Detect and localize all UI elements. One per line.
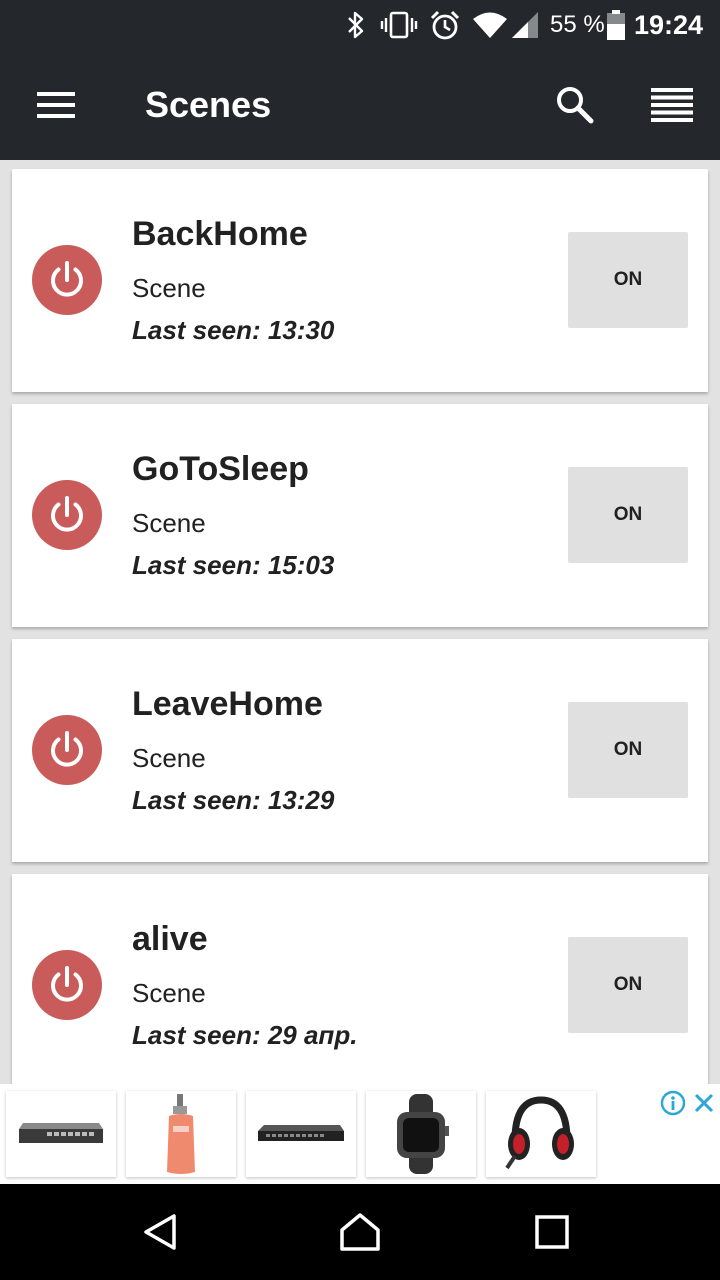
scene-last-seen: Last seen: 29 апр. [132, 1020, 358, 1050]
scene-type: Scene [132, 508, 206, 538]
scene-type: Scene [132, 978, 206, 1008]
scene-name: BackHome [132, 215, 308, 253]
recents-icon[interactable] [522, 1202, 582, 1262]
power-icon [32, 950, 102, 1020]
scene-card[interactable]: LeaveHome Scene Last seen: 13:29 ON [12, 639, 708, 862]
ad-product-network-switch-rack[interactable] [246, 1091, 356, 1177]
power-icon [32, 480, 102, 550]
ad-banner[interactable] [0, 1084, 720, 1184]
bluetooth-icon [344, 0, 368, 50]
ad-close-icon[interactable] [692, 1091, 716, 1120]
signal-icon [510, 0, 540, 50]
power-icon [32, 245, 102, 315]
scene-type: Scene [132, 743, 206, 773]
on-button[interactable]: ON [568, 702, 688, 798]
ad-product-cosmetic-bottle[interactable] [126, 1091, 236, 1177]
power-icon [32, 715, 102, 785]
scene-last-seen: Last seen: 15:03 [132, 550, 335, 580]
on-button[interactable]: ON [568, 232, 688, 328]
on-button[interactable]: ON [568, 937, 688, 1033]
scene-card[interactable]: BackHome Scene Last seen: 13:30 ON [12, 169, 708, 392]
app-bar: Scenes [0, 50, 720, 160]
alarm-icon [429, 0, 461, 50]
ad-product-smartwatch[interactable] [366, 1091, 476, 1177]
menu-icon[interactable] [26, 75, 86, 135]
scene-last-seen: Last seen: 13:30 [132, 315, 335, 345]
system-nav-bar [0, 1184, 720, 1280]
battery-icon [606, 0, 626, 50]
scene-last-seen: Last seen: 13:29 [132, 785, 335, 815]
scene-name: LeaveHome [132, 685, 323, 723]
scene-name: GoToSleep [132, 450, 309, 488]
search-icon[interactable] [545, 75, 605, 135]
status-bar: 55 % 19:24 [0, 0, 720, 50]
scene-card[interactable]: GoToSleep Scene Last seen: 15:03 ON [12, 404, 708, 627]
scene-name: alive [132, 920, 208, 958]
ad-product-gaming-headset[interactable] [486, 1091, 596, 1177]
on-button[interactable]: ON [568, 467, 688, 563]
clock-time: 19:24 [634, 9, 704, 40]
page-title: Scenes [145, 84, 272, 125]
list-view-icon[interactable] [642, 75, 702, 135]
home-icon[interactable] [330, 1202, 390, 1262]
back-icon[interactable] [130, 1202, 190, 1262]
scene-type: Scene [132, 273, 206, 303]
battery-percent: 55 % [550, 11, 605, 38]
vibrate-icon [380, 0, 418, 50]
wifi-icon [472, 0, 508, 50]
ad-product-network-switch[interactable] [6, 1091, 116, 1177]
ad-info-icon[interactable] [660, 1090, 686, 1121]
scene-list[interactable]: BackHome Scene Last seen: 13:30 ON GoToS… [0, 160, 720, 1085]
scene-card[interactable]: alive Scene Last seen: 29 апр. ON [12, 874, 708, 1085]
